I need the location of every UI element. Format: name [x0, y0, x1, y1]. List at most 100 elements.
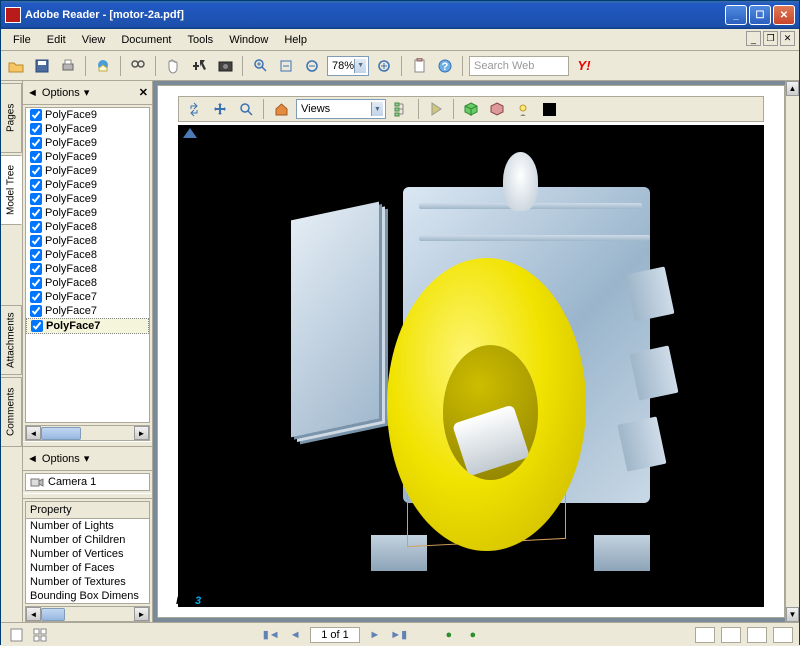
- tree-item[interactable]: PolyFace7: [26, 318, 149, 334]
- tree-checkbox[interactable]: [30, 123, 42, 135]
- mdi-restore-button[interactable]: ❐: [763, 31, 778, 46]
- save-icon[interactable]: [31, 55, 53, 77]
- last-page-button[interactable]: ►▮: [390, 626, 408, 644]
- cam-toggle-icon[interactable]: ◄: [27, 453, 38, 465]
- background-color-icon[interactable]: [538, 98, 560, 120]
- yahoo-icon[interactable]: Y!: [573, 55, 595, 77]
- tree-item[interactable]: PolyFace9: [26, 150, 149, 164]
- tree-item[interactable]: PolyFace7: [26, 290, 149, 304]
- page-thumbs-icon[interactable]: [31, 626, 49, 644]
- single-page-view-icon[interactable]: [695, 627, 715, 643]
- tree-checkbox[interactable]: [30, 207, 42, 219]
- lighting-icon[interactable]: [486, 98, 508, 120]
- help-icon[interactable]: ?: [434, 55, 456, 77]
- print-icon[interactable]: [57, 55, 79, 77]
- model-tree-list[interactable]: PolyFace9PolyFace9PolyFace9PolyFace9Poly…: [25, 107, 150, 423]
- tab-comments[interactable]: Comments: [1, 377, 22, 447]
- first-page-button[interactable]: ▮◄: [262, 626, 280, 644]
- zoom-in-icon[interactable]: [249, 55, 271, 77]
- tree-item[interactable]: PolyFace9: [26, 122, 149, 136]
- minimize-button[interactable]: _: [725, 5, 747, 25]
- vertical-scrollbar[interactable]: ▲▼: [785, 81, 799, 622]
- tree-item[interactable]: PolyFace9: [26, 206, 149, 220]
- mdi-minimize-button[interactable]: _: [746, 31, 761, 46]
- tab-model-tree[interactable]: Model Tree: [1, 155, 22, 225]
- next-page-button[interactable]: ►: [366, 626, 384, 644]
- menu-view[interactable]: View: [74, 32, 114, 48]
- property-row[interactable]: Number of Vertices: [26, 547, 149, 561]
- mdi-close-button[interactable]: ✕: [780, 31, 795, 46]
- close-button[interactable]: ✕: [773, 5, 795, 25]
- tree-checkbox[interactable]: [30, 305, 42, 317]
- options-button[interactable]: Options: [42, 87, 80, 99]
- menu-help[interactable]: Help: [276, 32, 315, 48]
- tab-pages[interactable]: Pages: [1, 83, 22, 153]
- search-web-input[interactable]: Search Web: [469, 56, 569, 76]
- rotate-tool-icon[interactable]: [183, 98, 205, 120]
- property-row[interactable]: Number of Lights: [26, 519, 149, 533]
- tree-checkbox[interactable]: [30, 137, 42, 149]
- open-icon[interactable]: [5, 55, 27, 77]
- light-source-icon[interactable]: [512, 98, 534, 120]
- tree-item[interactable]: PolyFace8: [26, 262, 149, 276]
- pan-tool-icon[interactable]: [209, 98, 231, 120]
- 3d-canvas[interactable]: [178, 125, 764, 607]
- tree-item[interactable]: PolyFace9: [26, 108, 149, 122]
- tree-item[interactable]: PolyFace9: [26, 178, 149, 192]
- property-row[interactable]: Bounding Box Dimens: [26, 589, 149, 603]
- page-indicator[interactable]: 1 of 1: [310, 627, 360, 643]
- continuous-view-icon[interactable]: [721, 627, 741, 643]
- tree-item[interactable]: PolyFace8: [26, 248, 149, 262]
- tree-checkbox[interactable]: [30, 221, 42, 233]
- menu-file[interactable]: File: [5, 32, 39, 48]
- continuous-facing-view-icon[interactable]: [773, 627, 793, 643]
- close-panel-button[interactable]: ✕: [139, 86, 148, 99]
- page-layout-icon[interactable]: [7, 626, 25, 644]
- email-icon[interactable]: [92, 55, 114, 77]
- tree-item[interactable]: PolyFace8: [26, 234, 149, 248]
- home-icon[interactable]: [270, 98, 292, 120]
- fit-width-icon[interactable]: [275, 55, 297, 77]
- tree-checkbox[interactable]: [30, 151, 42, 163]
- tree-checkbox[interactable]: [30, 291, 42, 303]
- select-tool-icon[interactable]: [188, 55, 210, 77]
- menu-window[interactable]: Window: [221, 32, 276, 48]
- tree-checkbox[interactable]: [30, 165, 42, 177]
- maximize-button[interactable]: ☐: [749, 5, 771, 25]
- tree-item[interactable]: PolyFace9: [26, 136, 149, 150]
- tree-item[interactable]: PolyFace8: [26, 220, 149, 234]
- snapshot-icon[interactable]: [214, 55, 236, 77]
- zoom-out-icon[interactable]: [301, 55, 323, 77]
- menu-tools[interactable]: Tools: [180, 32, 222, 48]
- menu-document[interactable]: Document: [113, 32, 179, 48]
- camera-item[interactable]: Camera 1: [26, 474, 149, 490]
- tree-checkbox[interactable]: [30, 277, 42, 289]
- tree-checkbox[interactable]: [30, 249, 42, 261]
- property-row[interactable]: Number of Children: [26, 533, 149, 547]
- tree-checkbox[interactable]: [30, 179, 42, 191]
- play-icon[interactable]: [425, 98, 447, 120]
- tree-checkbox[interactable]: [31, 320, 43, 332]
- menu-edit[interactable]: Edit: [39, 32, 74, 48]
- zoom-select[interactable]: 78%▼: [327, 56, 369, 76]
- tab-attachments[interactable]: Attachments: [1, 305, 22, 375]
- tree-item[interactable]: PolyFace9: [26, 164, 149, 178]
- views-select[interactable]: Views▼: [296, 99, 386, 119]
- search-icon[interactable]: [127, 55, 149, 77]
- toggle-icon[interactable]: ◄: [27, 87, 38, 99]
- zoom-tool-icon[interactable]: [235, 98, 257, 120]
- tree-checkbox[interactable]: [30, 235, 42, 247]
- props-scrollbar[interactable]: ◄►: [25, 606, 150, 622]
- render-mode-icon[interactable]: [460, 98, 482, 120]
- forward-button[interactable]: ●: [464, 626, 482, 644]
- tree-scrollbar[interactable]: ◄►: [25, 425, 150, 441]
- tree-item[interactable]: PolyFace7: [26, 304, 149, 318]
- tree-checkbox[interactable]: [30, 263, 42, 275]
- property-row[interactable]: Number of Faces: [26, 561, 149, 575]
- tree-checkbox[interactable]: [30, 109, 42, 121]
- tree-item[interactable]: PolyFace8: [26, 276, 149, 290]
- property-row[interactable]: Number of Textures: [26, 575, 149, 589]
- tree-checkbox[interactable]: [30, 193, 42, 205]
- facing-view-icon[interactable]: [747, 627, 767, 643]
- clipboard-icon[interactable]: [408, 55, 430, 77]
